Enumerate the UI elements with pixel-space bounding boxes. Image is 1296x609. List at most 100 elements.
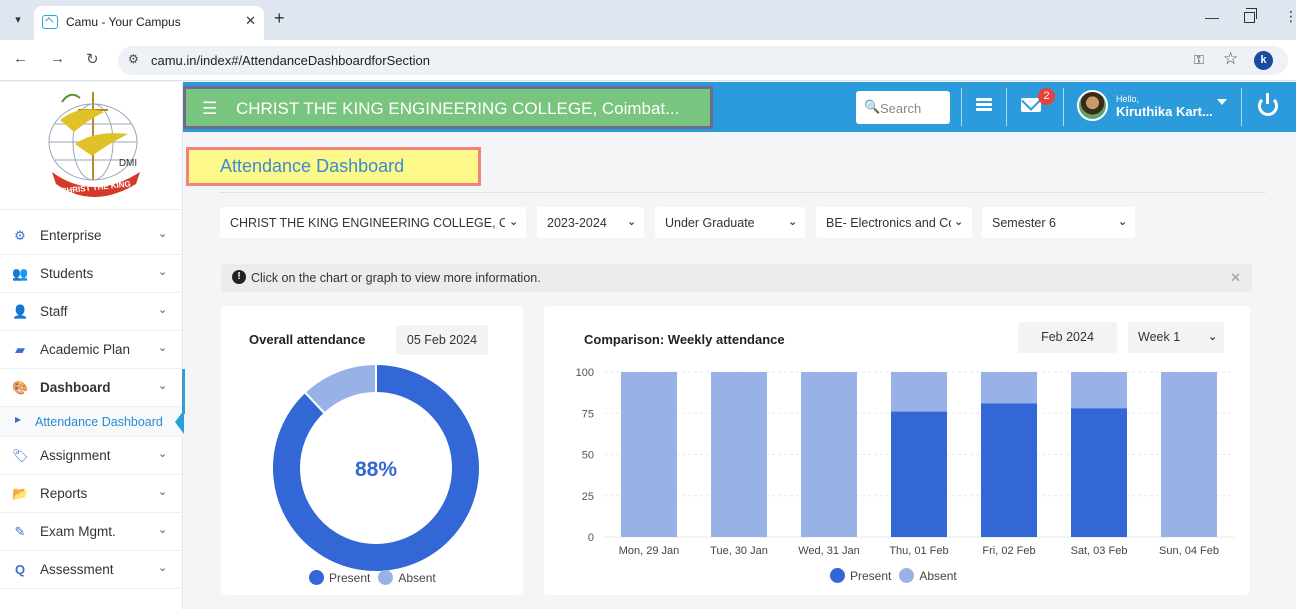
sidebar-subitem-attendance-dashboard[interactable]: ▶ Attendance Dashboard	[0, 407, 184, 437]
chevron-down-icon: ⌄	[158, 342, 168, 354]
sidebar-item-dashboard[interactable]: 🎨 Dashboard ⌄	[0, 369, 183, 407]
overall-attendance-donut[interactable]: 88%	[221, 356, 523, 596]
minimize-icon[interactable]: —	[1205, 9, 1219, 25]
sidebar-subitem-label: Attendance Dashboard	[35, 415, 163, 429]
caret-right-icon: ▶	[15, 415, 22, 424]
list-icon[interactable]	[976, 98, 992, 112]
restore-icon[interactable]	[1244, 8, 1257, 23]
sidebar-item-assessment[interactable]: Q Assessment ⌄	[0, 551, 183, 589]
sidebar-menu: ⚙ Enterprise ⌄ 👥 Students ⌄ 👤 Staff ⌄ ▰ …	[0, 217, 184, 589]
weekly-attendance-card: Comparison: Weekly attendance Feb 2024 W…	[544, 306, 1250, 595]
sidebar-item-reports[interactable]: 📂 Reports ⌄	[0, 475, 183, 513]
hamburger-menu-icon[interactable]: ☰	[202, 99, 217, 119]
y-tick-label: 75	[582, 408, 594, 420]
user-name[interactable]: Kiruthika Kart...	[1116, 104, 1213, 119]
y-tick-label: 25	[582, 491, 594, 503]
x-tick-label: Sun, 04 Feb	[1159, 545, 1219, 557]
department-select[interactable]: BE- Electronics and Communication Engine…	[816, 207, 972, 238]
password-key-icon[interactable]: ⚿	[1194, 52, 1204, 68]
college-logo: DMI CHRIST THE KING	[0, 82, 183, 210]
bar-absent[interactable]	[1071, 372, 1127, 409]
url-field[interactable]: ⚙ camu.in/index#/AttendanceDashboardforS…	[118, 46, 1288, 75]
present-legend-dot	[309, 570, 324, 585]
program-type-select[interactable]: Under Graduate ⌄	[655, 207, 805, 238]
bar-present[interactable]	[1071, 408, 1127, 537]
bar-absent[interactable]	[981, 372, 1037, 404]
chevron-down-icon: ⌄	[158, 448, 168, 460]
bar-absent[interactable]	[1161, 372, 1217, 537]
academic-year-select[interactable]: 2023-2024 ⌄	[537, 207, 644, 238]
sidebar-item-enterprise[interactable]: ⚙ Enterprise ⌄	[0, 217, 183, 255]
header-divider	[1063, 88, 1064, 126]
page-title: Attendance Dashboard	[220, 156, 405, 176]
tab-close-icon[interactable]: ✕	[245, 13, 256, 29]
chevron-down-icon: ⌄	[509, 216, 519, 228]
weekly-attendance-title: Comparison: Weekly attendance	[584, 332, 785, 347]
close-icon[interactable]: ✕	[1230, 270, 1241, 286]
college-title-bar: ☰ CHRIST THE KING ENGINEERING COLLEGE, C…	[183, 86, 713, 129]
chevron-down-icon: ⌄	[158, 562, 168, 574]
program-type-select-value: Under Graduate	[665, 216, 755, 230]
sidebar-item-academic-plan[interactable]: ▰ Academic Plan ⌄	[0, 331, 183, 369]
week-select[interactable]: Week 1 ⌄	[1128, 322, 1224, 353]
title-divider	[220, 192, 1266, 193]
overall-attendance-title: Overall attendance	[249, 332, 366, 347]
x-tick-label: Mon, 29 Jan	[619, 545, 680, 557]
back-icon[interactable]: ←	[13, 50, 28, 67]
avatar[interactable]	[1077, 90, 1108, 121]
bar-present[interactable]	[981, 403, 1037, 537]
reload-icon[interactable]: ↻	[86, 50, 99, 68]
bar-present[interactable]	[891, 411, 947, 537]
sidebar-item-assignment[interactable]: 🏷 Assignment ⌄	[0, 437, 183, 475]
chevron-down-icon: ⌄	[627, 216, 637, 228]
folder-icon: 📂	[12, 486, 29, 501]
sidebar-item-label: Reports	[40, 486, 88, 501]
chevron-down-icon: ⌄	[158, 266, 168, 278]
overall-legend: Present Absent	[309, 570, 436, 585]
caret-down-icon[interactable]	[1217, 99, 1227, 105]
bar-absent[interactable]	[711, 372, 767, 537]
absent-legend-label: Absent	[919, 569, 957, 583]
info-text: Click on the chart or graph to view more…	[251, 271, 541, 285]
sidebar-item-label: Assessment	[40, 562, 114, 577]
bar-absent[interactable]	[891, 372, 947, 412]
absent-legend-dot	[899, 568, 915, 583]
sidebar-item-staff[interactable]: 👤 Staff ⌄	[0, 293, 183, 331]
absent-legend-dot	[378, 570, 394, 585]
sidebar-item-exam-mgmt[interactable]: ✎ Exam Mgmt. ⌄	[0, 513, 183, 551]
bookmark-star-icon[interactable]: ☆	[1223, 49, 1238, 69]
sidebar-item-students[interactable]: 👥 Students ⌄	[0, 255, 183, 293]
college-select-value: CHRIST THE KING ENGINEERING COLLEGE, Coi…	[230, 216, 505, 230]
sidebar-item-label: Dashboard	[40, 380, 111, 395]
sidebar-scrollbar[interactable]	[182, 369, 185, 414]
y-tick-label: 0	[588, 532, 594, 544]
search-icon: Q	[14, 562, 26, 577]
browser-tab[interactable]: Camu - Your Campus ✕	[34, 6, 264, 40]
semester-select[interactable]: Semester 6 ⌄	[982, 207, 1135, 238]
book-icon: ▰	[15, 342, 25, 357]
academic-year-select-value: 2023-2024	[547, 216, 607, 230]
month-picker[interactable]: Feb 2024	[1018, 322, 1117, 353]
present-legend-dot	[830, 568, 845, 583]
bar-absent[interactable]	[621, 372, 677, 537]
url-text[interactable]: camu.in/index#/AttendanceDashboardforSec…	[151, 53, 430, 68]
sidebar-item-label: Staff	[40, 304, 68, 319]
more-icon[interactable]: ⋮	[1284, 8, 1296, 25]
site-settings-icon[interactable]: ⚙	[128, 52, 139, 66]
weekly-attendance-bar-chart[interactable]: 0 25 50 75 100 Mon, 29 Jan Tue, 30 Jan Wed, 31 …	[544, 358, 1250, 573]
forward-icon[interactable]: →	[50, 50, 65, 67]
week-select-value: Week 1	[1138, 330, 1181, 344]
bar-absent[interactable]	[801, 372, 857, 537]
overall-date-chip[interactable]: 05 Feb 2024	[396, 325, 488, 355]
browser-tab-strip: ▾ Camu - Your Campus ✕ + — ⋮	[0, 0, 1296, 40]
power-icon[interactable]	[1258, 93, 1278, 116]
sidebar: DMI CHRIST THE KING ⚙ Enterprise ⌄ 👥 Stu…	[0, 82, 185, 609]
search-input[interactable]: 🔍 Search	[856, 91, 950, 124]
college-select[interactable]: CHRIST THE KING ENGINEERING COLLEGE, Coi…	[220, 207, 526, 238]
tab-search-chevron-icon[interactable]: ▾	[6, 9, 30, 31]
donut-center-label: 88%	[355, 458, 397, 481]
semester-select-value: Semester 6	[992, 216, 1056, 230]
new-tab-button[interactable]: +	[274, 8, 285, 29]
browser-profile-avatar[interactable]: k	[1254, 51, 1273, 70]
x-tick-label: Wed, 31 Jan	[798, 545, 860, 557]
